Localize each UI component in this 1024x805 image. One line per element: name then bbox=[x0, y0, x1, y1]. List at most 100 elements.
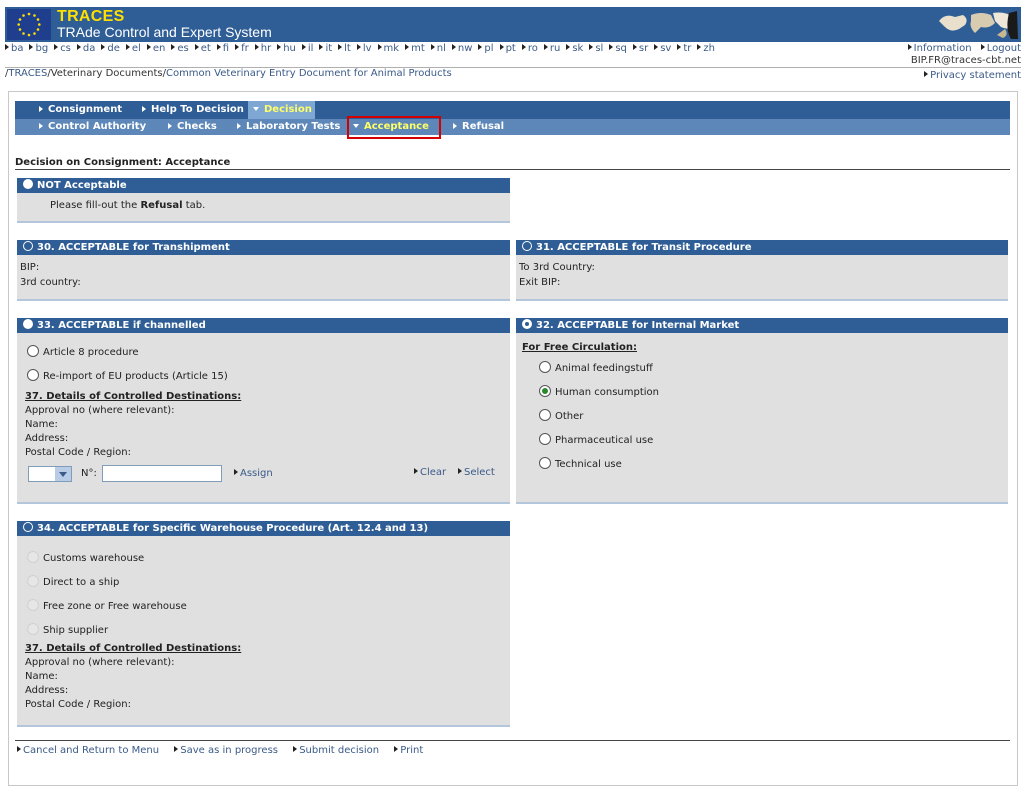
customs-warehouse-option[interactable]: Customs warehouse bbox=[27, 551, 144, 564]
other-option[interactable]: Other bbox=[539, 409, 583, 422]
language-link-lt[interactable]: lt bbox=[338, 43, 351, 54]
animal-feedingstuff-option[interactable]: Animal feedingstuff bbox=[539, 361, 653, 374]
information-link[interactable]: Information bbox=[907, 43, 972, 54]
postal-code-select[interactable] bbox=[28, 466, 72, 482]
ship-supplier-radio[interactable] bbox=[27, 623, 39, 635]
language-link-mt[interactable]: mt bbox=[405, 43, 425, 54]
language-link-cs[interactable]: cs bbox=[54, 43, 71, 54]
arrow-right-icon bbox=[125, 44, 130, 50]
language-link-il[interactable]: il bbox=[301, 43, 313, 54]
language-link-fi[interactable]: fi bbox=[216, 43, 229, 54]
clear-link[interactable]: Clear bbox=[414, 467, 446, 478]
language-link-hr[interactable]: hr bbox=[254, 43, 271, 54]
arrow-right-icon bbox=[254, 44, 259, 50]
internal-market-radio[interactable] bbox=[522, 319, 532, 329]
customs-warehouse-radio[interactable] bbox=[27, 551, 39, 563]
tab-decision[interactable]: Decision bbox=[248, 101, 315, 119]
privacy-statement-link[interactable]: Privacy statement bbox=[924, 70, 1021, 81]
world-map-icon bbox=[935, 9, 1019, 40]
breadcrumb-traces[interactable]: TRACES bbox=[8, 68, 47, 79]
free-zone-option[interactable]: Free zone or Free warehouse bbox=[27, 599, 187, 612]
warehouse-approval-label: Approval no (where relevant): bbox=[25, 657, 175, 668]
technical-use-option[interactable]: Technical use bbox=[539, 457, 622, 470]
warehouse-panel: 34. ACCEPTABLE for Specific Warehouse Pr… bbox=[17, 521, 510, 727]
channelled-radio[interactable] bbox=[23, 319, 33, 329]
language-link-pt[interactable]: pt bbox=[499, 43, 516, 54]
language-link-ba[interactable]: ba bbox=[5, 43, 23, 54]
language-link-sk[interactable]: sk bbox=[566, 43, 583, 54]
tab-laboratory-tests[interactable]: Laboratory Tests bbox=[227, 119, 340, 135]
language-link-ro[interactable]: ro bbox=[521, 43, 538, 54]
ship-supplier-option[interactable]: Ship supplier bbox=[27, 623, 108, 636]
language-link-en[interactable]: en bbox=[146, 43, 165, 54]
language-link-fr[interactable]: fr bbox=[235, 43, 249, 54]
arrow-right-icon bbox=[654, 44, 659, 50]
language-link-it[interactable]: it bbox=[319, 43, 332, 54]
language-link-sq[interactable]: sq bbox=[609, 43, 627, 54]
re-import-option[interactable]: Re-import of EU products (Article 15) bbox=[27, 369, 228, 382]
language-link-sr[interactable]: sr bbox=[632, 43, 648, 54]
transhipment-header[interactable]: 30. ACCEPTABLE for Transhipment bbox=[17, 240, 510, 255]
other-radio[interactable] bbox=[539, 409, 551, 421]
language-link-tr[interactable]: tr bbox=[677, 43, 691, 54]
print-link[interactable]: Print bbox=[394, 745, 423, 756]
cancel-return-link[interactable]: Cancel and Return to Menu bbox=[17, 745, 159, 756]
language-link-bg[interactable]: bg bbox=[29, 43, 48, 54]
tab-checks[interactable]: Checks bbox=[158, 119, 217, 135]
article-8-radio[interactable] bbox=[27, 345, 39, 357]
free-zone-radio[interactable] bbox=[27, 599, 39, 611]
assign-link[interactable]: Assign bbox=[234, 468, 273, 479]
language-link-el[interactable]: el bbox=[125, 43, 141, 54]
language-link-de[interactable]: de bbox=[101, 43, 120, 54]
tab-refusal[interactable]: Refusal bbox=[443, 119, 504, 135]
language-link-zh[interactable]: zh bbox=[697, 43, 715, 54]
warehouse-header[interactable]: 34. ACCEPTABLE for Specific Warehouse Pr… bbox=[17, 521, 510, 536]
not-acceptable-radio[interactable] bbox=[23, 179, 33, 189]
re-import-radio[interactable] bbox=[27, 369, 39, 381]
language-link-sv[interactable]: sv bbox=[654, 43, 671, 54]
tab-help-to-decision[interactable]: Help To Decision bbox=[132, 101, 244, 119]
language-link-lv[interactable]: lv bbox=[356, 43, 372, 54]
arrow-right-icon bbox=[543, 44, 548, 50]
language-link-pl[interactable]: pl bbox=[478, 43, 494, 54]
language-link-es[interactable]: es bbox=[171, 43, 189, 54]
human-consumption-radio[interactable] bbox=[539, 385, 551, 397]
transit-header[interactable]: 31. ACCEPTABLE for Transit Procedure bbox=[516, 240, 1008, 255]
language-link-nw[interactable]: nw bbox=[451, 43, 472, 54]
human-consumption-option[interactable]: Human consumption bbox=[539, 385, 659, 398]
pharmaceutical-use-option[interactable]: Pharmaceutical use bbox=[539, 433, 653, 446]
transit-radio[interactable] bbox=[522, 241, 532, 251]
language-link-mk[interactable]: mk bbox=[377, 43, 399, 54]
direct-to-ship-radio[interactable] bbox=[27, 575, 39, 587]
language-link-da[interactable]: da bbox=[76, 43, 95, 54]
transhipment-radio[interactable] bbox=[23, 241, 33, 251]
warehouse-radio[interactable] bbox=[23, 522, 33, 532]
arrow-right-icon bbox=[924, 71, 929, 77]
submit-decision-link[interactable]: Submit decision bbox=[293, 745, 379, 756]
free-circulation-title: For Free Circulation: bbox=[522, 342, 637, 353]
language-link-sl[interactable]: sl bbox=[589, 43, 603, 54]
pharmaceutical-use-radio[interactable] bbox=[539, 433, 551, 445]
language-link-hu[interactable]: hu bbox=[277, 43, 296, 54]
channelled-header[interactable]: 33. ACCEPTABLE if channelled bbox=[17, 318, 510, 333]
save-in-progress-link[interactable]: Save as in progress bbox=[174, 745, 278, 756]
internal-market-header[interactable]: 32. ACCEPTABLE for Internal Market bbox=[516, 318, 1008, 333]
arrow-right-icon bbox=[478, 44, 483, 50]
arrow-right-icon bbox=[54, 44, 59, 50]
tab-control-authority[interactable]: Control Authority bbox=[29, 119, 146, 135]
number-input[interactable] bbox=[102, 465, 222, 482]
technical-use-radio[interactable] bbox=[539, 457, 551, 469]
select-link[interactable]: Select bbox=[458, 467, 495, 478]
language-link-et[interactable]: et bbox=[194, 43, 211, 54]
logout-link[interactable]: Logout bbox=[980, 43, 1021, 54]
not-acceptable-header[interactable]: NOT Acceptable bbox=[17, 178, 510, 193]
animal-feedingstuff-radio[interactable] bbox=[539, 361, 551, 373]
tab-acceptance[interactable]: Acceptance bbox=[347, 116, 441, 139]
language-link-nl[interactable]: nl bbox=[430, 43, 446, 54]
breadcrumb-cved-animal-products[interactable]: Common Veterinary Entry Document for Ani… bbox=[166, 68, 452, 79]
article-8-option[interactable]: Article 8 procedure bbox=[27, 345, 139, 358]
divider bbox=[15, 169, 1010, 170]
tab-consignment[interactable]: Consignment bbox=[29, 101, 122, 119]
direct-to-ship-option[interactable]: Direct to a ship bbox=[27, 575, 119, 588]
language-link-ru[interactable]: ru bbox=[543, 43, 560, 54]
